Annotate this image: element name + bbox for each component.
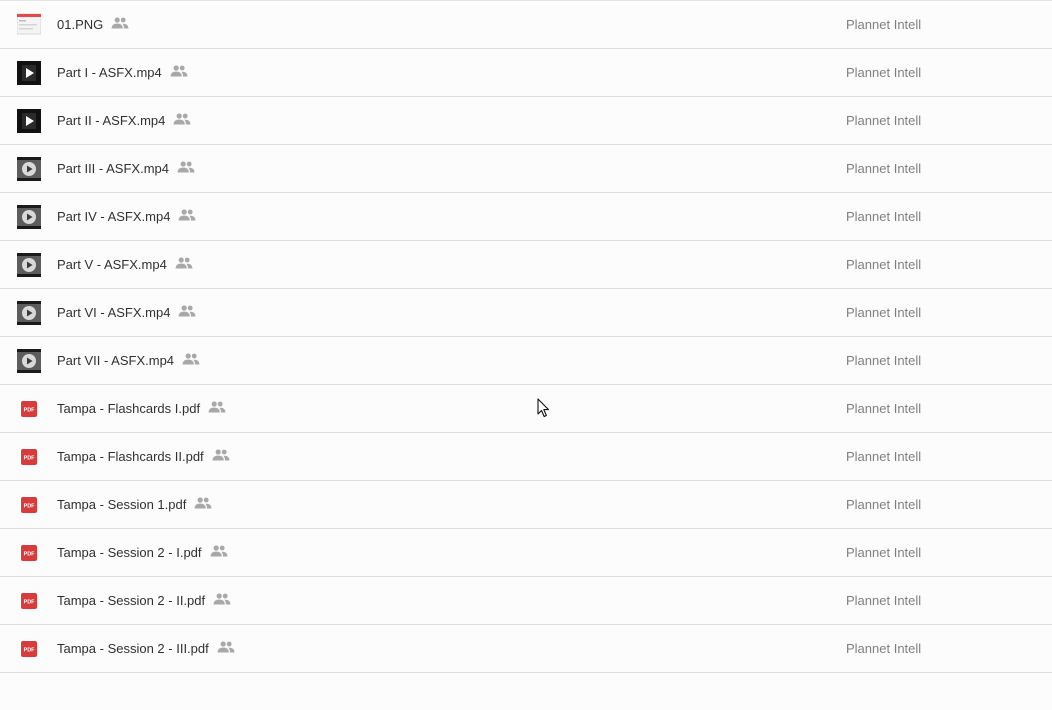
file-owner: Plannet Intell bbox=[846, 113, 922, 128]
pdf-file-icon: PDF bbox=[17, 541, 41, 565]
shared-people-icon bbox=[217, 640, 235, 652]
file-name[interactable]: Tampa - Session 2 - I.pdf bbox=[57, 545, 202, 560]
shared-people-icon bbox=[208, 400, 226, 412]
video-thumbnail-icon bbox=[17, 349, 41, 373]
svg-text:PDF: PDF bbox=[24, 503, 35, 509]
file-row[interactable]: Part VII - ASFX.mp4 Plannet Intell bbox=[0, 337, 1052, 385]
file-owner: Plannet Intell bbox=[846, 641, 922, 656]
file-name-cell: Part VII - ASFX.mp4 bbox=[57, 337, 200, 384]
file-name-cell: Part III - ASFX.mp4 bbox=[57, 145, 195, 192]
file-owner: Plannet Intell bbox=[846, 593, 922, 608]
file-name[interactable]: 01.PNG bbox=[57, 17, 103, 32]
image-thumbnail-icon bbox=[16, 13, 42, 37]
svg-text:PDF: PDF bbox=[24, 599, 35, 605]
shared-people-icon bbox=[173, 112, 191, 124]
svg-text:PDF: PDF bbox=[24, 407, 35, 413]
pdf-file-icon: PDF bbox=[17, 445, 41, 469]
pdf-file-icon: PDF bbox=[17, 637, 41, 661]
file-name-cell: Tampa - Session 1.pdf bbox=[57, 481, 212, 528]
video-thumbnail-icon bbox=[17, 205, 41, 229]
file-name[interactable]: Tampa - Flashcards I.pdf bbox=[57, 401, 200, 416]
mouse-cursor-icon bbox=[537, 398, 550, 418]
file-name-cell: Part V - ASFX.mp4 bbox=[57, 241, 193, 288]
file-row[interactable]: PDF Tampa - Session 2 - II.pdf Plannet Int… bbox=[0, 577, 1052, 625]
file-name-cell: Tampa - Session 2 - I.pdf bbox=[57, 529, 228, 576]
file-name[interactable]: Tampa - Session 2 - II.pdf bbox=[57, 593, 205, 608]
file-name-cell: Tampa - Flashcards II.pdf bbox=[57, 433, 230, 480]
file-row[interactable]: 01.PNG Plannet Intell bbox=[0, 1, 1052, 49]
file-row[interactable]: PDF Tampa - Flashcards I.pdf Plannet Intel… bbox=[0, 385, 1052, 433]
file-owner: Plannet Intell bbox=[846, 161, 922, 176]
file-owner: Plannet Intell bbox=[846, 401, 922, 416]
file-owner: Plannet Intell bbox=[846, 497, 922, 512]
file-row[interactable]: Part II - ASFX.mp4 Plannet Intell bbox=[0, 97, 1052, 145]
file-owner: Plannet Intell bbox=[846, 353, 922, 368]
shared-people-icon bbox=[178, 208, 196, 220]
file-name[interactable]: Part III - ASFX.mp4 bbox=[57, 161, 169, 176]
video-thumbnail-icon bbox=[17, 109, 41, 133]
shared-people-icon bbox=[178, 304, 196, 316]
video-thumbnail-icon bbox=[17, 157, 41, 181]
pdf-file-icon: PDF bbox=[17, 397, 41, 421]
file-name-cell: Tampa - Flashcards I.pdf bbox=[57, 385, 226, 432]
file-name[interactable]: Part VI - ASFX.mp4 bbox=[57, 305, 170, 320]
file-name-cell: Part VI - ASFX.mp4 bbox=[57, 289, 196, 336]
file-row[interactable]: Part IV - ASFX.mp4 Plannet Intell bbox=[0, 193, 1052, 241]
shared-people-icon bbox=[213, 592, 231, 604]
file-owner: Plannet Intell bbox=[846, 449, 922, 464]
file-owner: Plannet Intell bbox=[846, 17, 922, 32]
svg-text:PDF: PDF bbox=[24, 551, 35, 557]
svg-text:PDF: PDF bbox=[24, 455, 35, 461]
svg-text:PDF: PDF bbox=[24, 647, 35, 653]
shared-people-icon bbox=[175, 256, 193, 268]
file-list: 01.PNG Plannet Intell Part I - ASFX.mp4 Pla… bbox=[0, 0, 1052, 673]
file-name-cell: Tampa - Session 2 - III.pdf bbox=[57, 625, 235, 672]
file-name-cell: Tampa - Session 2 - II.pdf bbox=[57, 577, 231, 624]
shared-people-icon bbox=[111, 16, 129, 28]
file-name[interactable]: Part V - ASFX.mp4 bbox=[57, 257, 167, 272]
file-name-cell: Part I - ASFX.mp4 bbox=[57, 49, 188, 96]
shared-people-icon bbox=[212, 448, 230, 460]
file-name[interactable]: Part I - ASFX.mp4 bbox=[57, 65, 162, 80]
file-name[interactable]: Tampa - Flashcards II.pdf bbox=[57, 449, 204, 464]
file-name[interactable]: Tampa - Session 2 - III.pdf bbox=[57, 641, 209, 656]
file-name-cell: 01.PNG bbox=[57, 1, 129, 48]
video-thumbnail-icon bbox=[17, 61, 41, 85]
file-name[interactable]: Part VII - ASFX.mp4 bbox=[57, 353, 174, 368]
file-owner: Plannet Intell bbox=[846, 305, 922, 320]
file-row[interactable]: PDF Tampa - Session 1.pdf Plannet Intell bbox=[0, 481, 1052, 529]
shared-people-icon bbox=[210, 544, 228, 556]
file-row[interactable]: PDF Tampa - Session 2 - I.pdf Plannet Inte… bbox=[0, 529, 1052, 577]
shared-people-icon bbox=[194, 496, 212, 508]
file-row[interactable]: Part I - ASFX.mp4 Plannet Intell bbox=[0, 49, 1052, 97]
file-name[interactable]: Part II - ASFX.mp4 bbox=[57, 113, 165, 128]
file-row[interactable]: Part V - ASFX.mp4 Plannet Intell bbox=[0, 241, 1052, 289]
file-owner: Plannet Intell bbox=[846, 257, 922, 272]
file-row[interactable]: PDF Tampa - Session 2 - III.pdf Plannet In… bbox=[0, 625, 1052, 673]
file-owner: Plannet Intell bbox=[846, 65, 922, 80]
file-row[interactable]: Part VI - ASFX.mp4 Plannet Intell bbox=[0, 289, 1052, 337]
file-name-cell: Part II - ASFX.mp4 bbox=[57, 97, 191, 144]
video-thumbnail-icon bbox=[17, 253, 41, 277]
shared-people-icon bbox=[182, 352, 200, 364]
file-row[interactable]: PDF Tampa - Flashcards II.pdf Plannet Inte… bbox=[0, 433, 1052, 481]
file-row[interactable]: Part III - ASFX.mp4 Plannet Intell bbox=[0, 145, 1052, 193]
video-thumbnail-icon bbox=[17, 301, 41, 325]
file-name-cell: Part IV - ASFX.mp4 bbox=[57, 193, 196, 240]
file-owner: Plannet Intell bbox=[846, 209, 922, 224]
file-name[interactable]: Tampa - Session 1.pdf bbox=[57, 497, 186, 512]
pdf-file-icon: PDF bbox=[17, 493, 41, 517]
shared-people-icon bbox=[170, 64, 188, 76]
file-owner: Plannet Intell bbox=[846, 545, 922, 560]
file-name[interactable]: Part IV - ASFX.mp4 bbox=[57, 209, 170, 224]
pdf-file-icon: PDF bbox=[17, 589, 41, 613]
shared-people-icon bbox=[177, 160, 195, 172]
